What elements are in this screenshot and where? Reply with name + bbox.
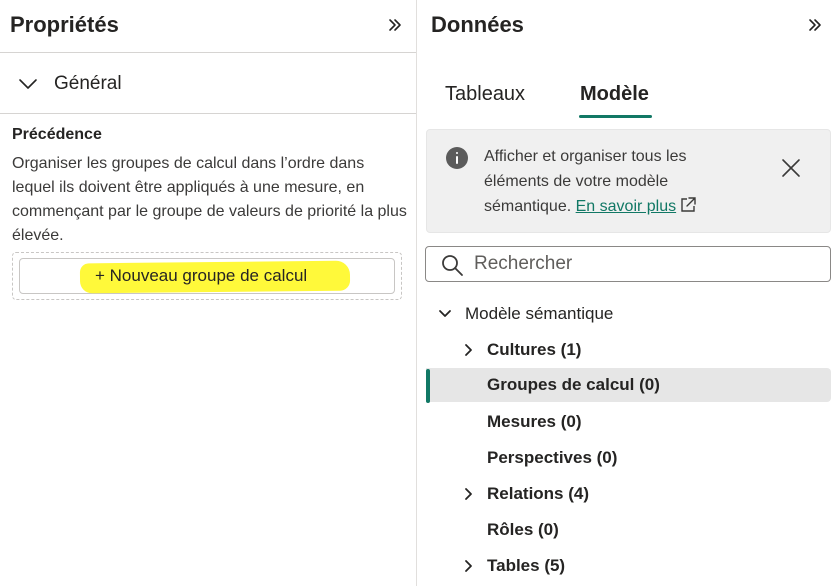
info-text: Afficher et organiser tous les éléments … bbox=[484, 144, 754, 219]
tree-item-label: Tables (5) bbox=[487, 556, 566, 575]
selection-indicator bbox=[426, 369, 430, 403]
tree-root-semantic-model[interactable]: Modèle sémantique bbox=[426, 297, 831, 331]
chevron-right-icon bbox=[465, 344, 472, 356]
tree-item-relations[interactable]: Relations (4) bbox=[426, 477, 831, 511]
close-info-button[interactable] bbox=[779, 156, 803, 180]
tree-item-measures[interactable]: Mesures (0) bbox=[426, 405, 831, 439]
precedence-title: Précédence bbox=[12, 126, 102, 143]
search-icon bbox=[442, 255, 463, 276]
tab-tableaux[interactable]: Tableaux bbox=[445, 83, 525, 106]
tree-item-cultures[interactable]: Cultures (1) bbox=[426, 333, 831, 367]
tree-item-calculation-groups[interactable]: Groupes de calcul (0) bbox=[426, 368, 831, 403]
general-section-header[interactable]: Général bbox=[0, 53, 416, 113]
tree-item-label: Mesures (0) bbox=[487, 412, 582, 431]
tree-item-label: Cultures (1) bbox=[487, 340, 582, 359]
tree-root-label: Modèle sémantique bbox=[465, 304, 614, 323]
tree-item-label: Perspectives (0) bbox=[487, 448, 618, 467]
precedence-description: Organiser les groupes de calcul dans l’o… bbox=[12, 155, 407, 244]
general-section-label: Général bbox=[54, 73, 122, 94]
collapse-properties-button[interactable] bbox=[384, 13, 406, 37]
collapse-pane-icon bbox=[389, 19, 401, 31]
chevron-right-icon bbox=[465, 560, 472, 572]
tree-item-label: Groupes de calcul (0) bbox=[487, 375, 660, 394]
collapse-data-button[interactable] bbox=[804, 13, 826, 37]
chevron-right-icon bbox=[465, 488, 472, 500]
tab-modele[interactable]: Modèle bbox=[580, 83, 649, 106]
properties-header: Propriétés bbox=[0, 0, 416, 52]
properties-title: Propriétés bbox=[10, 12, 119, 37]
tree-item-label: Rôles (0) bbox=[487, 520, 559, 539]
close-icon bbox=[782, 159, 800, 177]
tree-item-tables[interactable]: Tables (5) bbox=[426, 549, 831, 583]
section-divider bbox=[0, 113, 416, 114]
chevron-down-icon bbox=[19, 79, 37, 89]
data-title: Données bbox=[431, 12, 524, 37]
active-tab-indicator bbox=[579, 115, 652, 118]
learn-more-link[interactable]: En savoir plus bbox=[576, 198, 677, 215]
chevron-down-icon bbox=[439, 310, 451, 317]
properties-pane: Propriétés Général Précédence Organiser … bbox=[0, 0, 417, 586]
data-header: Données bbox=[418, 0, 835, 52]
external-link-icon[interactable] bbox=[679, 196, 697, 214]
collapse-pane-icon bbox=[809, 19, 821, 31]
tree-item-label: Relations (4) bbox=[487, 484, 590, 503]
tree-item-perspectives[interactable]: Perspectives (0) bbox=[426, 441, 831, 475]
info-icon bbox=[446, 147, 468, 169]
new-calculation-group-label: + Nouveau groupe de calcul bbox=[95, 266, 308, 285]
tree-item-roles[interactable]: Rôles (0) bbox=[426, 513, 831, 547]
search-input[interactable] bbox=[474, 250, 814, 278]
